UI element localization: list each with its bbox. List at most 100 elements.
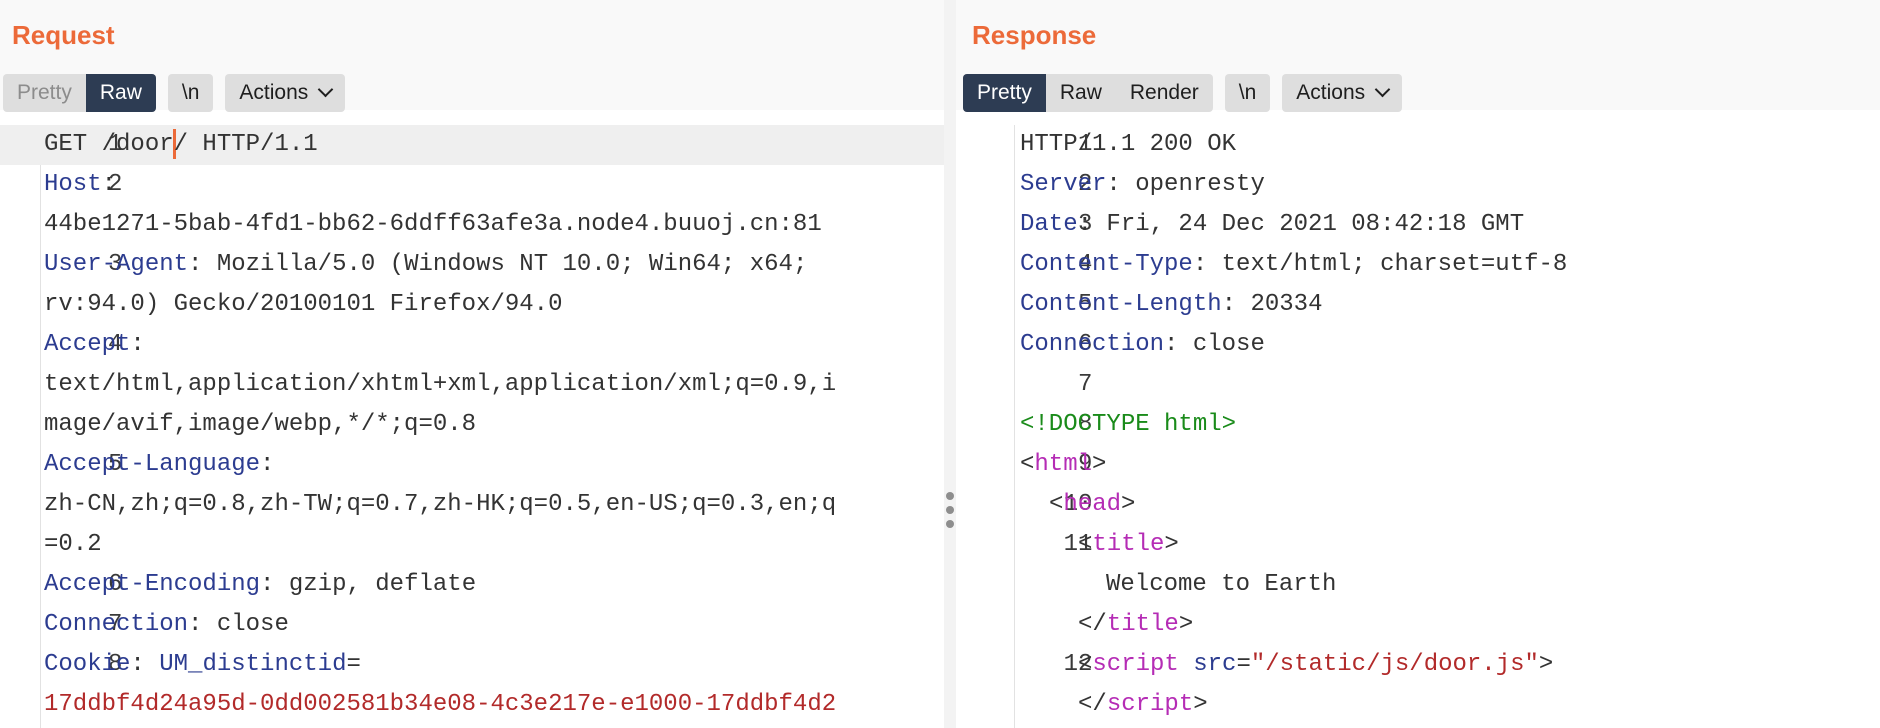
status-line: 1 HTTP/1.1 200 OK xyxy=(956,125,1880,165)
header-value: 44be1271-5bab-4fd1-bb62-6ddff63afe3a.nod… xyxy=(44,211,822,238)
tag-bracket: > xyxy=(1193,691,1208,718)
response-actions-button[interactable]: Actions xyxy=(1282,74,1403,112)
tag-name: html xyxy=(1034,451,1093,478)
drag-handle-dot xyxy=(946,506,954,514)
header-separator: : xyxy=(188,611,217,638)
tag-name: title xyxy=(1106,611,1179,638)
tag-bracket: > xyxy=(1178,611,1194,638)
html-line: 11 <title> xyxy=(956,525,1880,565)
header-continuation: text/html,application/xhtml+xml,applicat… xyxy=(0,365,944,405)
header-line: 3 Date: Fri, 24 Dec 2021 08:42:18 GMT xyxy=(956,205,1880,245)
header-continuation: zh-CN,zh;q=0.8,zh-TW;q=0.7,zh-HK;q=0.5,e… xyxy=(0,485,944,525)
response-toolbar: Pretty Raw Render \n Actions xyxy=(963,74,1414,112)
pane-divider[interactable] xyxy=(944,0,956,728)
header-key: User-Agent xyxy=(44,251,189,278)
header-separator: : xyxy=(260,571,289,598)
tag-name: title xyxy=(1092,531,1165,558)
header-line: 4 Content-Type: text/html; charset=utf-8 xyxy=(956,245,1880,285)
header-value: Fri, 24 Dec 2021 08:42:18 GMT xyxy=(1106,211,1525,238)
header-key: Server xyxy=(1020,171,1107,198)
header-line: 5 Accept-Language: xyxy=(0,445,944,485)
request-pretty-button[interactable]: Pretty xyxy=(3,74,86,112)
header-value: gzip, deflate xyxy=(288,571,477,598)
tag-name: script xyxy=(1106,691,1194,718)
request-editor[interactable]: 1 GET /door/ HTTP/1.1 2 Host: 44be1271-5… xyxy=(0,125,944,725)
request-newline-label: \n xyxy=(181,81,200,104)
header-line: 6 Accept-Encoding: gzip, deflate xyxy=(0,565,944,605)
request-view-toggle: Pretty Raw xyxy=(3,74,156,112)
cookie-equals: = xyxy=(346,651,361,678)
header-key: Content-Type xyxy=(1020,251,1193,278)
header-continuation: 44be1271-5bab-4fd1-bb62-6ddff63afe3a.nod… xyxy=(0,205,944,245)
request-newline-toggle[interactable]: \n xyxy=(167,74,214,112)
chevron-down-icon xyxy=(317,81,334,98)
request-actions-label: Actions xyxy=(239,81,309,104)
request-toolbar: Pretty Raw \n Actions xyxy=(3,74,357,112)
response-render-button[interactable]: Render xyxy=(1116,74,1213,112)
header-value: =0.2 xyxy=(44,531,102,558)
html-line: </title> xyxy=(956,605,1880,645)
response-view-toggle: Pretty Raw Render xyxy=(963,74,1213,112)
header-value: text/html,application/xhtml+xml,applicat… xyxy=(44,371,837,398)
header-value: rv:94.0) Gecko/20100101 Firefox/94.0 xyxy=(44,291,563,318)
response-header: Response Pretty Raw Render \n Actions xyxy=(956,0,1880,112)
response-editor[interactable]: 1 HTTP/1.1 200 OK 2 Server: openresty 3 … xyxy=(956,125,1880,725)
header-line: 4 Accept: xyxy=(0,325,944,365)
tag-bracket: > xyxy=(1164,531,1179,558)
html-line: 9 <html> xyxy=(956,445,1880,485)
header-separator: : xyxy=(1077,211,1107,238)
header-line: 6 Connection: close xyxy=(956,325,1880,365)
header-continuation: rv:94.0) Gecko/20100101 Firefox/94.0 xyxy=(0,285,944,325)
request-title: Request xyxy=(12,20,115,50)
header-separator: : xyxy=(130,651,160,678)
header-continuation: mage/avif,image/webp,*/*;q=0.8 xyxy=(0,405,944,445)
header-key: Accept-Language xyxy=(44,451,261,478)
header-key: Date xyxy=(1020,211,1078,238)
request-header: Request Pretty Raw \n Actions xyxy=(0,0,944,112)
request-actions-button[interactable]: Actions xyxy=(225,74,346,112)
header-continuation: =0.2 xyxy=(0,525,944,565)
tag-bracket: < xyxy=(1020,451,1035,478)
html-line: </script> xyxy=(956,685,1880,725)
response-pretty-button[interactable]: Pretty xyxy=(963,74,1046,112)
tag-name: script xyxy=(1092,651,1179,678)
cookie-name: UM_distinctid xyxy=(159,651,347,678)
tag-name: head xyxy=(1063,491,1122,518)
header-key: Connection xyxy=(1020,331,1165,358)
header-key: Accept xyxy=(44,331,131,358)
header-key: Cookie xyxy=(44,651,131,678)
tag-bracket: </ xyxy=(1078,611,1107,638)
header-value: mage/avif,image/webp,*/*;q=0.8 xyxy=(44,411,477,438)
header-line: 7 Connection: close xyxy=(0,605,944,645)
header-line: 8 Cookie: UM_distinctid= xyxy=(0,645,944,685)
tag-bracket: > xyxy=(1538,651,1554,678)
header-separator: : xyxy=(1106,171,1136,198)
header-key: Accept-Encoding xyxy=(44,571,261,598)
tag-bracket: > xyxy=(1092,451,1107,478)
header-separator: : xyxy=(1192,251,1222,278)
attr-name: src xyxy=(1193,651,1237,678)
response-newline-label: \n xyxy=(1238,81,1257,104)
response-raw-button[interactable]: Raw xyxy=(1046,74,1116,112)
tag-bracket: > xyxy=(1121,491,1136,518)
header-key: Content-Length xyxy=(1020,291,1222,318)
title-text: Welcome to Earth xyxy=(1106,571,1337,598)
header-key: Connection xyxy=(44,611,189,638)
header-value: Mozilla/5.0 (Windows NT 10.0; Win64; x64… xyxy=(216,251,808,278)
cookie-value: 17ddbf4d24a95d-0dd002581b34e08-4c3e217e-… xyxy=(44,691,837,718)
html-line: Welcome to Earth xyxy=(956,565,1880,605)
drag-handle-dot xyxy=(946,492,954,500)
html-line: 10 <head> xyxy=(956,485,1880,525)
tag-bracket: < xyxy=(1078,651,1093,678)
header-value: zh-CN,zh;q=0.8,zh-TW;q=0.7,zh-HK;q=0.5,e… xyxy=(44,491,837,518)
header-line: 5 Content-Length: 20334 xyxy=(956,285,1880,325)
response-newline-toggle[interactable]: \n xyxy=(1224,74,1271,112)
attr-equals: = xyxy=(1236,651,1251,678)
header-separator: : xyxy=(260,451,275,478)
request-pane: Request Pretty Raw \n Actions 1 GET /doo… xyxy=(0,0,944,728)
request-raw-button[interactable]: Raw xyxy=(85,74,156,112)
header-value: close xyxy=(1192,331,1265,358)
header-separator: : xyxy=(1164,331,1193,358)
html-line: 8 <!DOCTYPE html> xyxy=(956,405,1880,445)
header-value: text/html; charset=utf-8 xyxy=(1221,251,1568,278)
